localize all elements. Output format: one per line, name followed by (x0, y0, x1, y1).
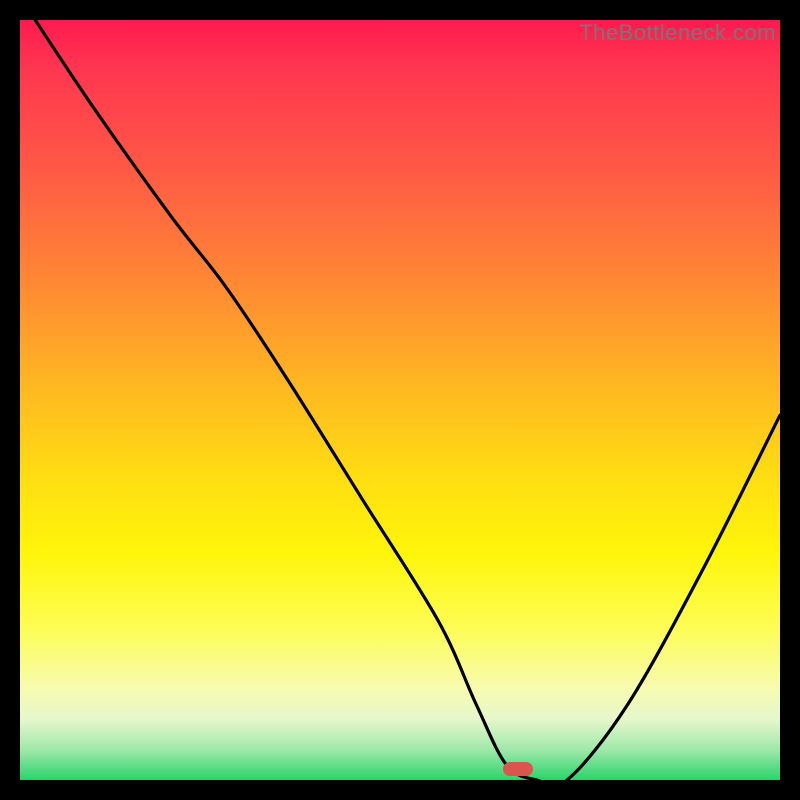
watermark-text: TheBottleneck.com (579, 20, 776, 46)
chart-frame: TheBottleneck.com (20, 20, 780, 780)
bottleneck-curve (20, 20, 780, 780)
optimum-marker (503, 762, 533, 776)
